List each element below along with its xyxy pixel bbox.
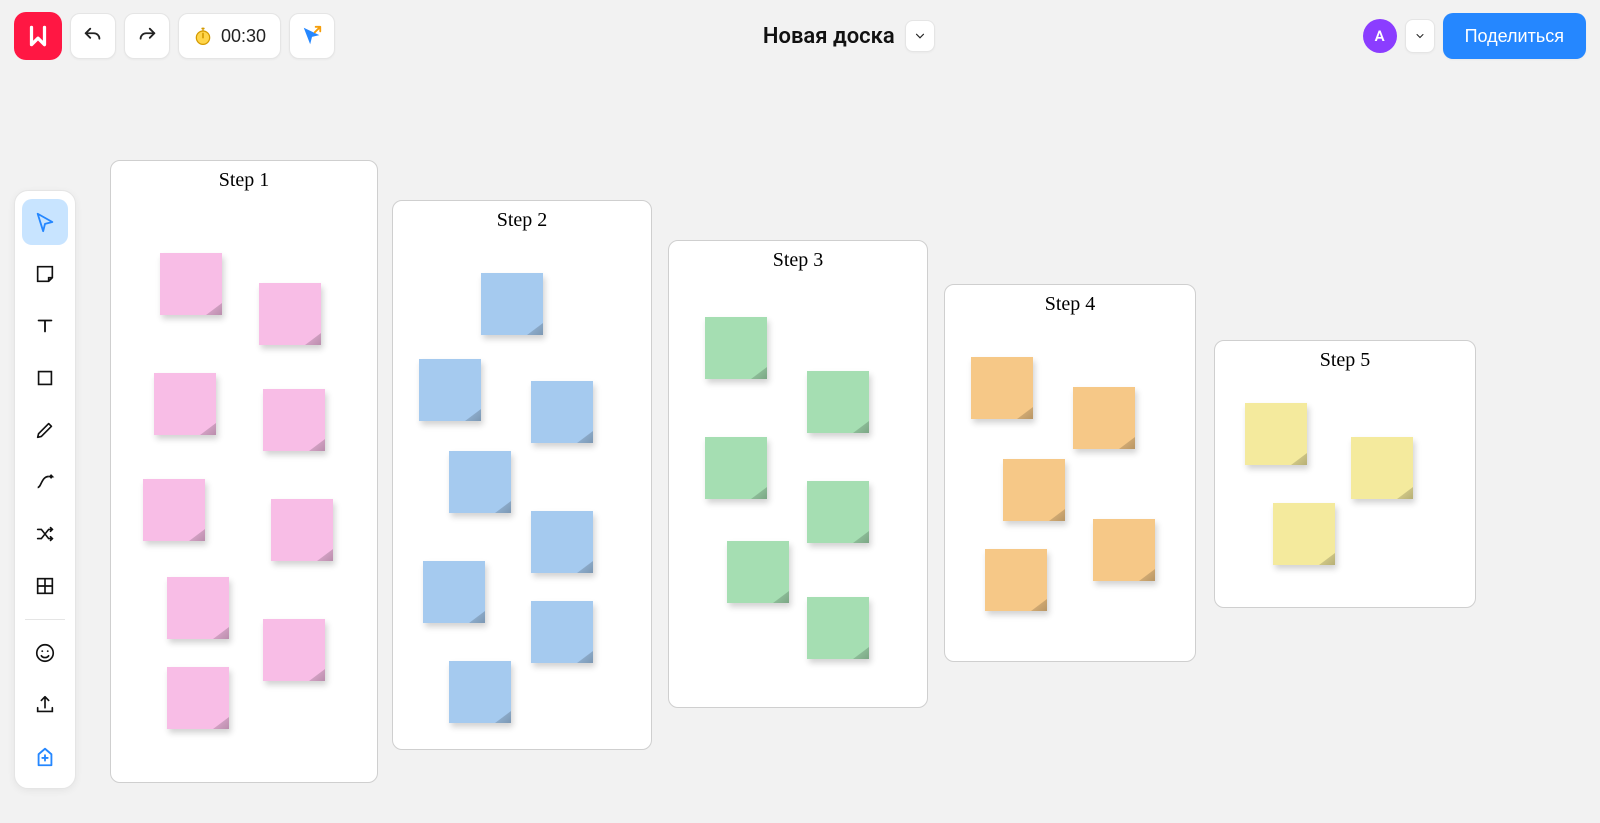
tool-shape[interactable] bbox=[22, 355, 68, 401]
avatar-menu-button[interactable] bbox=[1405, 19, 1435, 53]
tool-sticky-note[interactable] bbox=[22, 251, 68, 297]
pencil-icon bbox=[34, 419, 56, 441]
sticky-note[interactable] bbox=[271, 499, 333, 561]
tool-text[interactable] bbox=[22, 303, 68, 349]
redo-button[interactable] bbox=[124, 13, 170, 59]
tool-shuffle[interactable] bbox=[22, 511, 68, 557]
frame-f5[interactable]: Step 5 bbox=[1214, 340, 1476, 608]
topbar-right-group: А Поделиться bbox=[1363, 13, 1586, 59]
sticky-note[interactable] bbox=[807, 371, 869, 433]
topbar-center-group: Новая доска bbox=[763, 20, 935, 52]
sticky-note[interactable] bbox=[1273, 503, 1335, 565]
sticky-note[interactable] bbox=[727, 541, 789, 603]
tool-grid[interactable] bbox=[22, 563, 68, 609]
tool-pen[interactable] bbox=[22, 407, 68, 453]
sticky-note[interactable] bbox=[531, 511, 593, 573]
frame-title[interactable]: Step 4 bbox=[945, 293, 1195, 316]
add-page-icon bbox=[34, 746, 56, 768]
text-icon bbox=[34, 315, 56, 337]
sticky-note[interactable] bbox=[419, 359, 481, 421]
tool-emoji[interactable] bbox=[22, 630, 68, 676]
cursor-icon bbox=[34, 211, 56, 233]
undo-icon bbox=[82, 25, 104, 47]
frame-title[interactable]: Step 2 bbox=[393, 209, 651, 232]
frame-f3[interactable]: Step 3 bbox=[668, 240, 928, 708]
sticky-note[interactable] bbox=[263, 389, 325, 451]
tool-export[interactable] bbox=[22, 682, 68, 728]
square-icon bbox=[34, 367, 56, 389]
emoji-icon bbox=[34, 642, 56, 664]
tool-add-page[interactable] bbox=[22, 734, 68, 780]
sticky-note[interactable] bbox=[807, 481, 869, 543]
sticky-note[interactable] bbox=[263, 619, 325, 681]
sticky-note[interactable] bbox=[1245, 403, 1307, 465]
sticky-note[interactable] bbox=[971, 357, 1033, 419]
sticky-note[interactable] bbox=[807, 597, 869, 659]
sticky-note[interactable] bbox=[481, 273, 543, 335]
chevron-down-icon bbox=[1414, 30, 1426, 42]
sticky-note[interactable] bbox=[1093, 519, 1155, 581]
stopwatch-icon bbox=[193, 26, 213, 46]
sticky-note[interactable] bbox=[154, 373, 216, 435]
avatar-initial: А bbox=[1375, 27, 1385, 45]
upload-icon bbox=[34, 694, 56, 716]
board-title[interactable]: Новая доска bbox=[763, 24, 895, 49]
sticky-note[interactable] bbox=[449, 661, 511, 723]
sticky-note[interactable] bbox=[1073, 387, 1135, 449]
tool-select[interactable] bbox=[22, 199, 68, 245]
redo-icon bbox=[136, 25, 158, 47]
sticky-note[interactable] bbox=[705, 437, 767, 499]
share-label: Поделиться bbox=[1465, 26, 1564, 47]
frame-f1[interactable]: Step 1 bbox=[110, 160, 378, 783]
connector-icon bbox=[34, 471, 56, 493]
shuffle-icon bbox=[34, 523, 56, 545]
sticky-note[interactable] bbox=[985, 549, 1047, 611]
sticky-note[interactable] bbox=[167, 667, 229, 729]
presentation-cursor-icon bbox=[301, 25, 323, 47]
sticky-note-icon bbox=[34, 263, 56, 285]
board-menu-button[interactable] bbox=[905, 20, 935, 52]
timer-value: 00:30 bbox=[221, 26, 266, 47]
app-logo-button[interactable] bbox=[14, 12, 62, 60]
sticky-note[interactable] bbox=[423, 561, 485, 623]
frame-f4[interactable]: Step 4 bbox=[944, 284, 1196, 662]
side-toolbar bbox=[14, 190, 76, 789]
logo-icon bbox=[25, 23, 51, 49]
frame-title[interactable]: Step 1 bbox=[111, 169, 377, 192]
frame-title[interactable]: Step 3 bbox=[669, 249, 927, 272]
chevron-down-icon bbox=[913, 29, 927, 43]
sticky-note[interactable] bbox=[1351, 437, 1413, 499]
user-avatar[interactable]: А bbox=[1363, 19, 1397, 53]
sticky-note[interactable] bbox=[705, 317, 767, 379]
board-canvas[interactable]: Step 1 Step 2 Step 3 Step 4 Step 5 bbox=[0, 0, 1600, 823]
grid-icon bbox=[34, 575, 56, 597]
tool-connector[interactable] bbox=[22, 459, 68, 505]
frame-title[interactable]: Step 5 bbox=[1215, 349, 1475, 372]
undo-button[interactable] bbox=[70, 13, 116, 59]
sticky-note[interactable] bbox=[143, 479, 205, 541]
sticky-note[interactable] bbox=[160, 253, 222, 315]
top-bar: 00:30 Новая доска А Поделиться bbox=[14, 12, 1586, 60]
sticky-note[interactable] bbox=[1003, 459, 1065, 521]
sticky-note[interactable] bbox=[531, 381, 593, 443]
sticky-note[interactable] bbox=[167, 577, 229, 639]
present-button[interactable] bbox=[289, 13, 335, 59]
share-button[interactable]: Поделиться bbox=[1443, 13, 1586, 59]
frame-f2[interactable]: Step 2 bbox=[392, 200, 652, 750]
topbar-left-group: 00:30 bbox=[14, 12, 335, 60]
toolbar-divider bbox=[25, 619, 65, 620]
sticky-note[interactable] bbox=[259, 283, 321, 345]
sticky-note[interactable] bbox=[531, 601, 593, 663]
sticky-note[interactable] bbox=[449, 451, 511, 513]
timer-button[interactable]: 00:30 bbox=[178, 13, 281, 59]
